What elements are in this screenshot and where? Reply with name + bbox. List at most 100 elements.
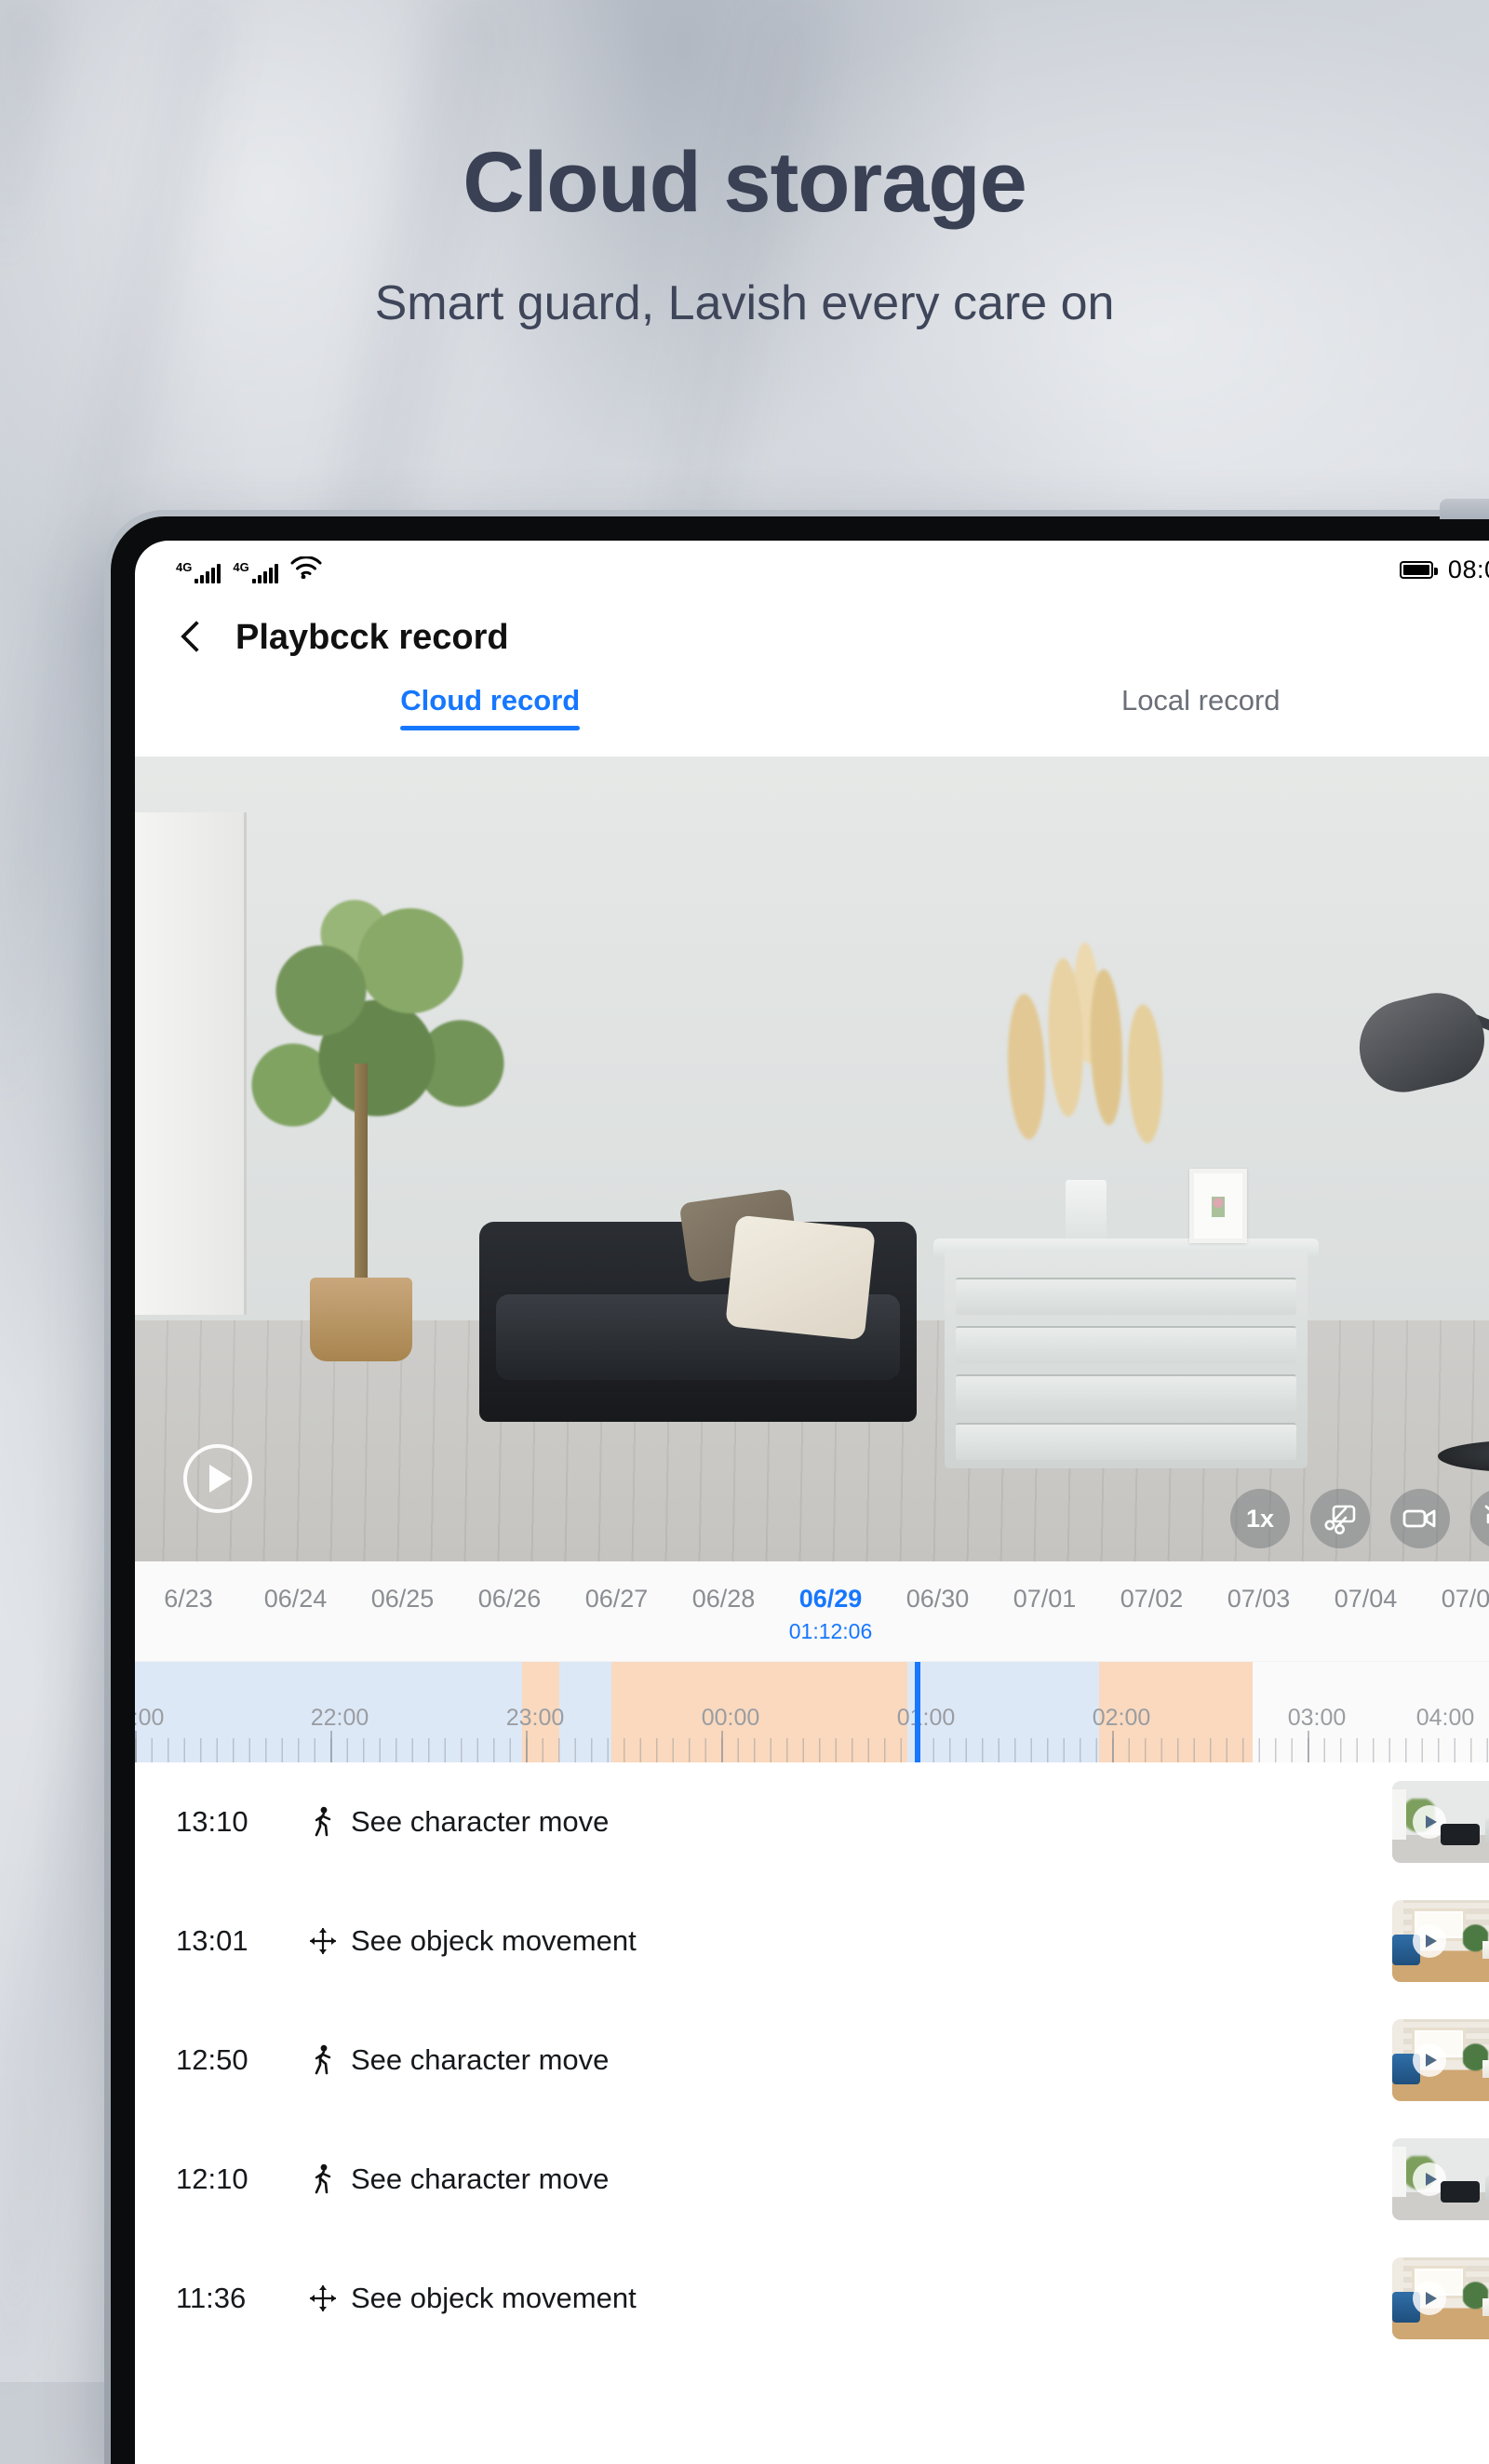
timeline-hour-label: 03:00	[1288, 1705, 1347, 1732]
event-thumbnail[interactable]	[1392, 2138, 1489, 2220]
date-cell[interactable]: 06/28	[670, 1586, 777, 1612]
move-arrows-icon	[295, 1927, 351, 1955]
event-thumbnail[interactable]	[1392, 2257, 1489, 2339]
event-thumbnail[interactable]	[1392, 1900, 1489, 1982]
status-clock: 08:08	[1448, 556, 1489, 584]
thumbnail-play-icon[interactable]	[1413, 1924, 1446, 1958]
device-camera-nub	[1440, 499, 1489, 519]
signal-sim1-icon: 4G	[176, 561, 221, 583]
list-item[interactable]: 13:10 See character move	[135, 1762, 1489, 1881]
video-scene-drawer	[956, 1278, 1296, 1315]
event-list: 13:10 See character move	[135, 1762, 1489, 2358]
video-controls: 1x	[1230, 1489, 1489, 1548]
video-scene-vase	[1066, 1180, 1107, 1245]
device-screen: 4G 4G	[135, 541, 1489, 2464]
date-cell[interactable]: 07/02	[1098, 1586, 1205, 1612]
signal-sim2-icon: 4G	[233, 561, 277, 583]
walking-person-icon	[295, 2044, 351, 2076]
walking-person-icon	[295, 2163, 351, 2195]
event-time: 12:50	[176, 2043, 295, 2077]
status-bar: 4G 4G	[135, 541, 1489, 595]
date-cell[interactable]: 06/27	[563, 1586, 670, 1612]
app-bar: Playbcck record	[135, 595, 1489, 680]
timeline-hour-label: 02:00	[1093, 1705, 1151, 1732]
walking-person-icon	[295, 1806, 351, 1838]
move-arrows-icon	[295, 2284, 351, 2312]
video-scene-cushion-cream	[725, 1214, 876, 1340]
chevron-left-icon[interactable]	[176, 622, 208, 653]
marketing-copy: Cloud storage Smart guard, Lavish every …	[0, 0, 1489, 328]
timeline-hour-label: 01:00	[897, 1705, 956, 1732]
timeline-hour-labels: :00 22:00 23:00 00:00 01:00 02:00 03:00 …	[135, 1662, 1489, 1762]
date-cell[interactable]: 07/01	[991, 1586, 1098, 1612]
event-label: See character move	[351, 2163, 1392, 2196]
thumbnail-play-icon[interactable]	[1413, 2282, 1446, 2315]
list-item[interactable]: 11:36 See objeck movement	[135, 2239, 1489, 2358]
recording-timeline[interactable]: :00 22:00 23:00 00:00 01:00 02:00 03:00 …	[135, 1662, 1489, 1762]
status-bar-right: 08:08	[1400, 556, 1489, 584]
timeline-hour-label: 23:00	[506, 1705, 565, 1732]
tab-local-record[interactable]: Local record	[846, 680, 1489, 730]
battery-icon	[1400, 561, 1433, 579]
video-scene-door	[135, 812, 247, 1315]
event-label: See character move	[351, 1805, 1392, 1839]
video-camera-icon[interactable]	[1390, 1489, 1450, 1548]
thumbnail-play-icon[interactable]	[1413, 2163, 1446, 2196]
list-item[interactable]: 12:50 See character move	[135, 2001, 1489, 2120]
event-thumbnail[interactable]	[1392, 1781, 1489, 1863]
date-cell[interactable]: 06/26	[456, 1586, 563, 1612]
timeline-hour-label: 04:00	[1416, 1705, 1475, 1732]
timeline-hour-label: :00	[135, 1705, 164, 1732]
screen-title: Playbcck record	[235, 618, 509, 658]
tab-local-record-label: Local record	[1121, 684, 1281, 730]
play-circle-icon[interactable]	[183, 1444, 252, 1513]
timeline-hour-label: 22:00	[311, 1705, 369, 1732]
date-cell[interactable]: 07/03	[1205, 1586, 1312, 1612]
list-item[interactable]: 12:10 See character move	[135, 2120, 1489, 2239]
video-scene-drawer	[956, 1326, 1296, 1363]
date-cell[interactable]: 06/30	[884, 1586, 991, 1612]
speaker-muted-icon[interactable]	[1470, 1489, 1489, 1548]
date-cell-duration: 01:12:06	[777, 1620, 884, 1642]
date-cell[interactable]: 6/23	[135, 1586, 242, 1612]
record-source-tabs: Cloud record Local record	[135, 680, 1489, 757]
thumbnail-play-icon[interactable]	[1413, 2043, 1446, 2077]
list-item[interactable]: 13:01 See objeck movement	[135, 1881, 1489, 2001]
tablet-bezel: 4G 4G	[111, 516, 1489, 2464]
event-label: See character move	[351, 2043, 1392, 2077]
video-scene-drawer	[956, 1374, 1296, 1412]
video-scene-pampas-grass	[973, 916, 1205, 1202]
event-label: See objeck movement	[351, 2282, 1392, 2315]
event-thumbnail[interactable]	[1392, 2019, 1489, 2101]
event-label: See objeck movement	[351, 1924, 1392, 1958]
event-time: 11:36	[176, 2282, 295, 2315]
date-strip[interactable]: 6/23 06/24 06/25 06/26 06/27 06/28 06/29…	[135, 1561, 1489, 1662]
video-player[interactable]: 1x	[135, 757, 1489, 1561]
video-scene-plant-trunk	[355, 1064, 368, 1287]
date-cell-label: 06/29	[799, 1585, 863, 1613]
date-cell[interactable]: 07/05	[1419, 1586, 1489, 1612]
date-cell[interactable]: 07/04	[1312, 1586, 1419, 1612]
event-time: 13:10	[176, 1805, 295, 1839]
page-title: Cloud storage	[0, 140, 1489, 225]
date-cell[interactable]: 06/24	[242, 1586, 349, 1612]
playback-speed-label: 1x	[1246, 1505, 1274, 1533]
video-scene-plant-pot	[310, 1278, 412, 1361]
status-bar-left: 4G 4G	[176, 556, 322, 583]
page-subtitle: Smart guard, Lavish every care on	[0, 279, 1489, 328]
wifi-icon	[290, 556, 322, 583]
scissors-clip-icon[interactable]	[1310, 1489, 1370, 1548]
playback-speed-button[interactable]: 1x	[1230, 1489, 1290, 1548]
tab-cloud-record[interactable]: Cloud record	[135, 680, 846, 730]
timeline-playhead[interactable]	[915, 1662, 920, 1762]
tab-cloud-record-label: Cloud record	[400, 684, 580, 730]
date-cell-selected[interactable]: 06/29 01:12:06	[777, 1586, 884, 1642]
thumbnail-play-icon[interactable]	[1413, 1805, 1446, 1839]
video-scene-picture-frame	[1189, 1169, 1247, 1243]
timeline-hour-label: 00:00	[702, 1705, 760, 1732]
video-scene-drawer	[956, 1423, 1296, 1460]
video-scene-plant-foliage	[237, 896, 516, 1166]
event-time: 13:01	[176, 1924, 295, 1958]
event-time: 12:10	[176, 2163, 295, 2196]
date-cell[interactable]: 06/25	[349, 1586, 456, 1612]
